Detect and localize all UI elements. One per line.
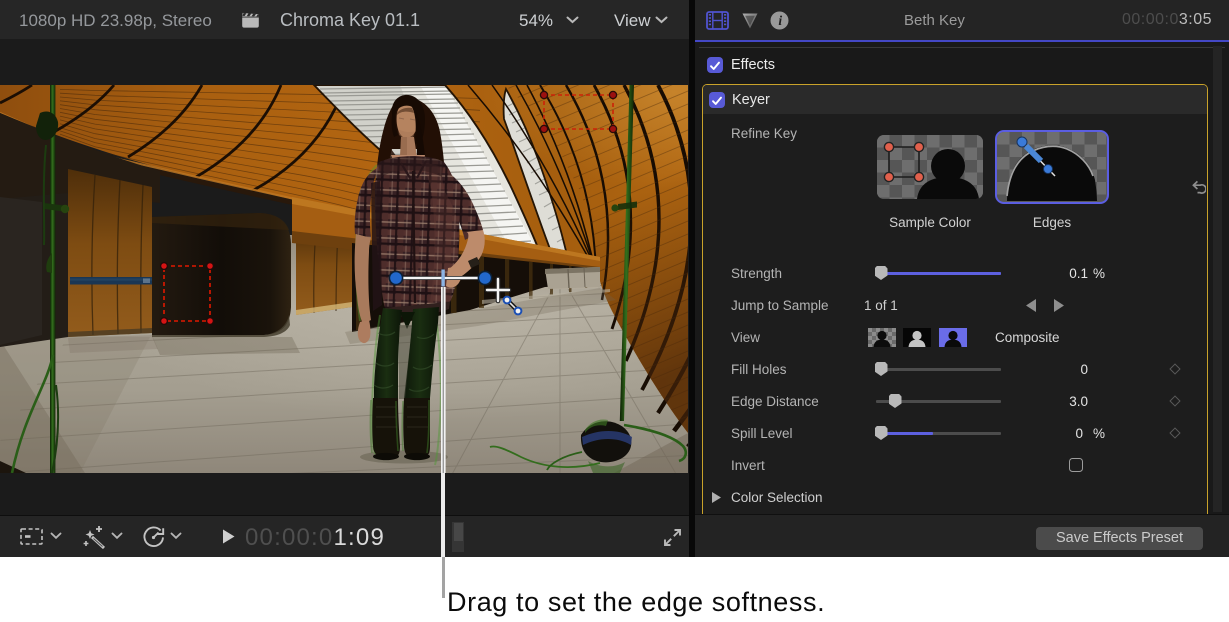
svg-text:i: i: [778, 13, 782, 28]
